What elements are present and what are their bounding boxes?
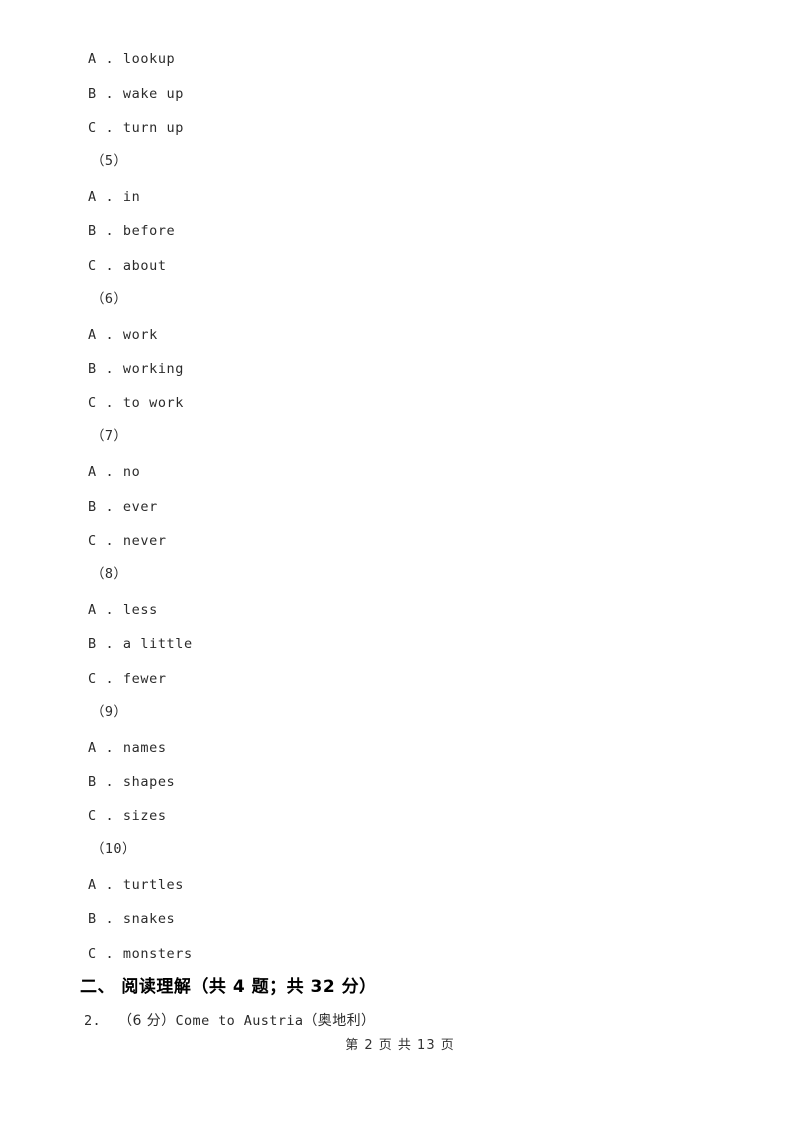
option-item: B . before bbox=[88, 223, 176, 239]
reading-item: 2. （6 分）Come to Austria（奥地利） bbox=[84, 1014, 375, 1029]
question-number: （5） bbox=[91, 153, 128, 169]
option-item: A . less bbox=[88, 602, 158, 618]
option-item: B . ever bbox=[88, 499, 158, 515]
option-item: C . monsters bbox=[88, 946, 193, 962]
option-item: A . turtles bbox=[88, 877, 185, 893]
option-item: C . fewer bbox=[88, 671, 167, 687]
question-number: （8） bbox=[91, 566, 128, 582]
option-item: B . snakes bbox=[88, 911, 176, 927]
item-number: 2. bbox=[84, 1013, 102, 1029]
option-item: C . never bbox=[88, 533, 167, 549]
option-item: B . working bbox=[88, 361, 185, 377]
option-item: C . sizes bbox=[88, 808, 167, 824]
question-number: （7） bbox=[91, 428, 128, 444]
section-heading: 二、 阅读理解（共 4 题；共 32 分） bbox=[80, 977, 377, 997]
page-footer: 第 2 页 共 13 页 bbox=[345, 1038, 455, 1053]
document-page: A . lookup B . wake up C . turn up （5） A… bbox=[0, 0, 800, 1132]
question-number: （10） bbox=[91, 841, 136, 857]
option-item: C . to work bbox=[88, 395, 185, 411]
option-item: B . wake up bbox=[88, 86, 185, 102]
question-number: （6） bbox=[91, 291, 128, 307]
option-item: A . no bbox=[88, 464, 141, 480]
option-item: A . in bbox=[88, 189, 141, 205]
option-item: B . shapes bbox=[88, 774, 176, 790]
item-title-cn: （奥地利） bbox=[303, 1013, 376, 1029]
option-item: A . work bbox=[88, 327, 158, 343]
option-item: A . lookup bbox=[88, 51, 176, 67]
option-item: C . turn up bbox=[88, 120, 185, 136]
item-title-en: Come to Austria bbox=[175, 1013, 304, 1029]
option-item: A . names bbox=[88, 740, 167, 756]
item-score: （6 分） bbox=[118, 1013, 176, 1029]
question-number: （9） bbox=[91, 704, 128, 720]
option-item: C . about bbox=[88, 258, 167, 274]
option-item: B . a little bbox=[88, 636, 193, 652]
